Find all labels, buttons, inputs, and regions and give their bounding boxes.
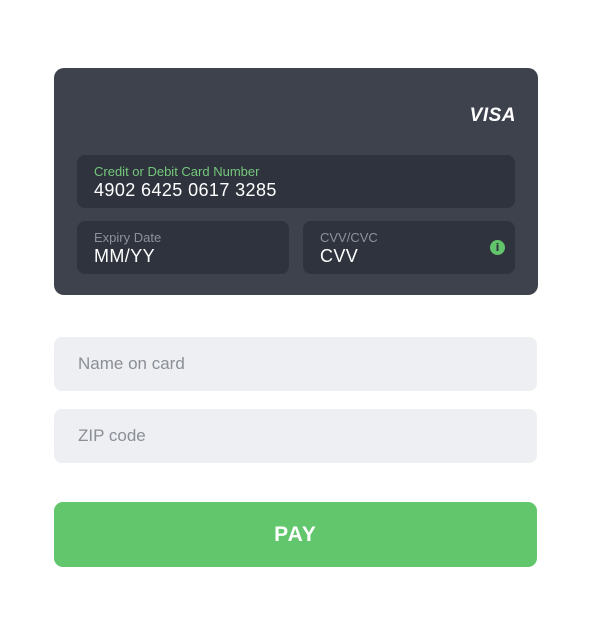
card-number-value[interactable]: 4902 6425 0617 3285: [94, 180, 277, 201]
cvv-field[interactable]: CVV/CVC CVV i: [303, 221, 515, 274]
card-number-field[interactable]: Credit or Debit Card Number 4902 6425 06…: [77, 155, 515, 208]
expiry-date-field[interactable]: Expiry Date MM/YY: [77, 221, 289, 274]
expiry-date-value[interactable]: MM/YY: [94, 246, 155, 267]
credit-card-panel: VISA Credit or Debit Card Number 4902 64…: [54, 68, 538, 295]
card-number-label: Credit or Debit Card Number: [94, 164, 260, 179]
visa-logo: VISA: [469, 105, 516, 126]
expiry-date-label: Expiry Date: [94, 230, 162, 245]
zip-code-field[interactable]: [54, 409, 537, 463]
name-on-card-input[interactable]: [54, 337, 537, 391]
pay-button[interactable]: PAY: [54, 502, 537, 567]
cvv-label: CVV/CVC: [320, 230, 378, 245]
info-icon[interactable]: i: [490, 240, 505, 255]
zip-code-input[interactable]: [54, 409, 537, 463]
name-on-card-field[interactable]: [54, 337, 537, 391]
cvv-value[interactable]: CVV: [320, 246, 358, 267]
